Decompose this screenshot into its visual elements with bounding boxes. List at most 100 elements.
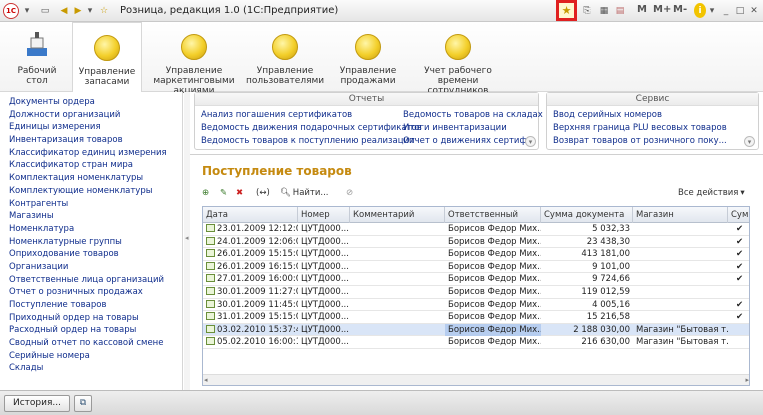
sidebar-item[interactable]: Поступление товаров bbox=[0, 300, 182, 313]
minimize-icon[interactable]: _ bbox=[720, 3, 732, 18]
section-desktop[interactable]: Рабочий стол bbox=[8, 22, 66, 92]
section-worktime[interactable]: Учет рабочего времени сотрудников bbox=[410, 22, 506, 96]
sidebar-item[interactable]: Контрагенты bbox=[0, 199, 182, 212]
sidebar-item[interactable]: Комплектующие номенклатуры bbox=[0, 186, 182, 199]
table-row[interactable]: 30.01.2009 11:45:00 ЦУТД000... Борисов Фед… bbox=[203, 299, 749, 312]
cell-sum: 15 216,58 bbox=[541, 311, 633, 324]
table-row[interactable]: 24.01.2009 12:06:00 ЦУТД000... Борисов Фед… bbox=[203, 236, 749, 249]
documents-table[interactable]: Дата Номер Комментарий Ответственный Сум… bbox=[202, 206, 750, 386]
sidebar-item[interactable]: Оприходование товаров bbox=[0, 249, 182, 262]
sidebar-item[interactable]: Номенклатурные группы bbox=[0, 237, 182, 250]
history-button[interactable]: История... bbox=[4, 395, 70, 412]
cell-comment bbox=[350, 324, 445, 337]
memory-minus-button[interactable]: M- bbox=[673, 4, 687, 15]
column-header[interactable]: Ответственный bbox=[445, 207, 541, 223]
sidebar-item[interactable]: Классификатор единиц измерения bbox=[0, 148, 182, 161]
maximize-icon[interactable]: □ bbox=[734, 3, 746, 18]
column-header[interactable]: Номер bbox=[298, 207, 350, 223]
scroll-left-icon[interactable]: ◂ bbox=[204, 376, 208, 384]
sidebar-item[interactable]: Серийные номера bbox=[0, 351, 182, 364]
add-icon[interactable]: ⊕ bbox=[202, 185, 216, 200]
find-button[interactable]: 🔍︎ Найти... bbox=[280, 185, 340, 200]
favorite-star-icon[interactable]: ☆ bbox=[98, 3, 110, 18]
service-link[interactable]: Ввод серийных номеров bbox=[553, 110, 662, 120]
sidebar-item[interactable]: Номенклатура bbox=[0, 224, 182, 237]
expand-service-icon[interactable]: ▾ bbox=[744, 136, 755, 147]
sidebar-item[interactable]: Организации bbox=[0, 262, 182, 275]
section-marketing[interactable]: Управление маркетинговыми акциями bbox=[146, 22, 242, 96]
history-dropdown-icon[interactable]: ▾ bbox=[86, 3, 94, 18]
section-users[interactable]: Управление пользователями bbox=[246, 22, 324, 92]
link-icon[interactable]: ⎘ bbox=[582, 3, 592, 18]
table-row[interactable]: 03.02.2010 15:37:44 ЦУТД000... Борисов Фед… bbox=[203, 323, 749, 337]
cell-shop bbox=[633, 223, 728, 236]
windows-icon[interactable]: ⧉ bbox=[74, 395, 92, 412]
close-icon[interactable]: ✕ bbox=[748, 3, 760, 18]
cell-sum: 9 101,00 bbox=[541, 261, 633, 274]
delete-icon[interactable]: ✖ bbox=[236, 185, 250, 200]
info-icon[interactable]: i bbox=[694, 3, 706, 18]
table-row[interactable]: 05.02.2010 16:00:17 ЦУТД000... Борисов Фед… bbox=[203, 336, 749, 349]
report-link[interactable]: Анализ погашения сертификатов bbox=[201, 110, 352, 120]
sidebar-item[interactable]: Ответственные лица организаций bbox=[0, 275, 182, 288]
info-dropdown-icon[interactable]: ▾ bbox=[708, 3, 716, 18]
cancel-search-icon[interactable]: ⊘ bbox=[346, 185, 360, 200]
report-link[interactable]: Ведомость движения подарочных сертификат… bbox=[201, 123, 422, 133]
calculator-icon[interactable]: ▦ bbox=[598, 3, 610, 18]
back-icon[interactable]: ◀ bbox=[58, 3, 70, 18]
cell-text: ЦУТД000... bbox=[301, 249, 349, 260]
sphere-icon bbox=[94, 35, 120, 61]
calendar-icon[interactable]: ▤ bbox=[614, 3, 626, 18]
report-link[interactable]: Ведомость товаров на складах bbox=[403, 110, 543, 120]
table-row[interactable]: 23.01.2009 12:12:00 ЦУТД000... Борисов Фед… bbox=[203, 223, 749, 236]
table-row[interactable]: 31.01.2009 15:15:00 ЦУТД000... Борисов Фед… bbox=[203, 311, 749, 324]
sidebar-item[interactable]: Сводный отчет по кассовой смене bbox=[0, 338, 182, 351]
sidebar-item[interactable]: Магазины bbox=[0, 211, 182, 224]
sidebar-item[interactable]: Должности организаций bbox=[0, 110, 182, 123]
sidebar-item[interactable]: Документы ордера bbox=[0, 97, 182, 110]
cell-text: 30.01.2009 11:27:00 bbox=[217, 287, 298, 297]
forward-icon[interactable]: ▶ bbox=[72, 3, 84, 18]
report-link[interactable]: Ведомость товаров к поступлению реализац… bbox=[201, 136, 415, 146]
table-row[interactable]: 27.01.2009 16:00:00 ЦУТД000... Борисов Фед… bbox=[203, 273, 749, 286]
cell-date: 05.02.2010 16:00:17 bbox=[203, 336, 298, 349]
section-inventory[interactable]: Управление запасами bbox=[72, 22, 142, 92]
sidebar-item[interactable]: Единицы измерения bbox=[0, 122, 182, 135]
cell-num: ЦУТД000... bbox=[298, 286, 350, 299]
service-link[interactable]: Верхняя граница PLU весовых товаров bbox=[553, 123, 727, 133]
horizontal-scrollbar[interactable]: ◂ ▸ bbox=[203, 374, 749, 385]
sidebar-item[interactable]: Классификатор стран мира bbox=[0, 160, 182, 173]
column-header[interactable]: Комментарий bbox=[350, 207, 445, 223]
all-actions-button[interactable]: Все действия ▾ bbox=[678, 185, 750, 200]
period-icon[interactable]: (↔) bbox=[256, 185, 272, 200]
table-row[interactable]: 30.01.2009 11:27:00 ЦУТД000... Борисов Фед… bbox=[203, 286, 749, 299]
column-header[interactable]: Дата bbox=[203, 207, 298, 223]
column-header[interactable]: Сумм bbox=[728, 207, 749, 223]
report-link[interactable]: Отчет о движениях сертиф... bbox=[403, 136, 535, 146]
memory-button[interactable]: M bbox=[637, 4, 647, 15]
memory-plus-button[interactable]: M+ bbox=[653, 4, 671, 15]
section-sales[interactable]: Управление продажами bbox=[330, 22, 406, 92]
sidebar-item[interactable]: Инвентаризация товаров bbox=[0, 135, 182, 148]
window-icon[interactable]: ▭ bbox=[38, 3, 52, 18]
edit-icon[interactable]: ✎ bbox=[220, 185, 234, 200]
scroll-right-icon[interactable]: ▸ bbox=[745, 376, 749, 384]
column-header[interactable]: Магазин bbox=[633, 207, 728, 223]
app-logo-icon[interactable]: 1С bbox=[3, 3, 19, 19]
cell-resp: Борисов Федор Мих... bbox=[445, 236, 541, 249]
table-row[interactable]: 26.01.2009 15:15:00 ЦУТД000... Борисов Фед… bbox=[203, 248, 749, 261]
sidebar-item[interactable]: Комплектация номенклатуры bbox=[0, 173, 182, 186]
sidebar-item[interactable]: Расходный ордер на товары bbox=[0, 325, 182, 338]
menu-arrow-icon[interactable]: ▾ bbox=[22, 3, 32, 18]
sidebar-item[interactable]: Склады bbox=[0, 363, 182, 376]
sidebar-item[interactable]: Отчет о розничных продажах bbox=[0, 287, 182, 300]
column-header[interactable]: Сумма документа bbox=[541, 207, 633, 223]
cell-chk: ✔ bbox=[728, 299, 749, 312]
sidebar-item[interactable]: Приходный ордер на товары bbox=[0, 313, 182, 326]
collapse-arrow-icon[interactable]: ◂ bbox=[185, 234, 189, 242]
report-link[interactable]: Итоги инвентаризации bbox=[403, 123, 507, 133]
table-row[interactable]: 26.01.2009 16:15:00 ЦУТД000... Борисов Фед… bbox=[203, 261, 749, 274]
expand-reports-icon[interactable]: ▾ bbox=[525, 136, 536, 147]
cell-shop bbox=[633, 299, 728, 312]
service-link[interactable]: Возврат товаров от розничного поку... bbox=[553, 136, 727, 146]
